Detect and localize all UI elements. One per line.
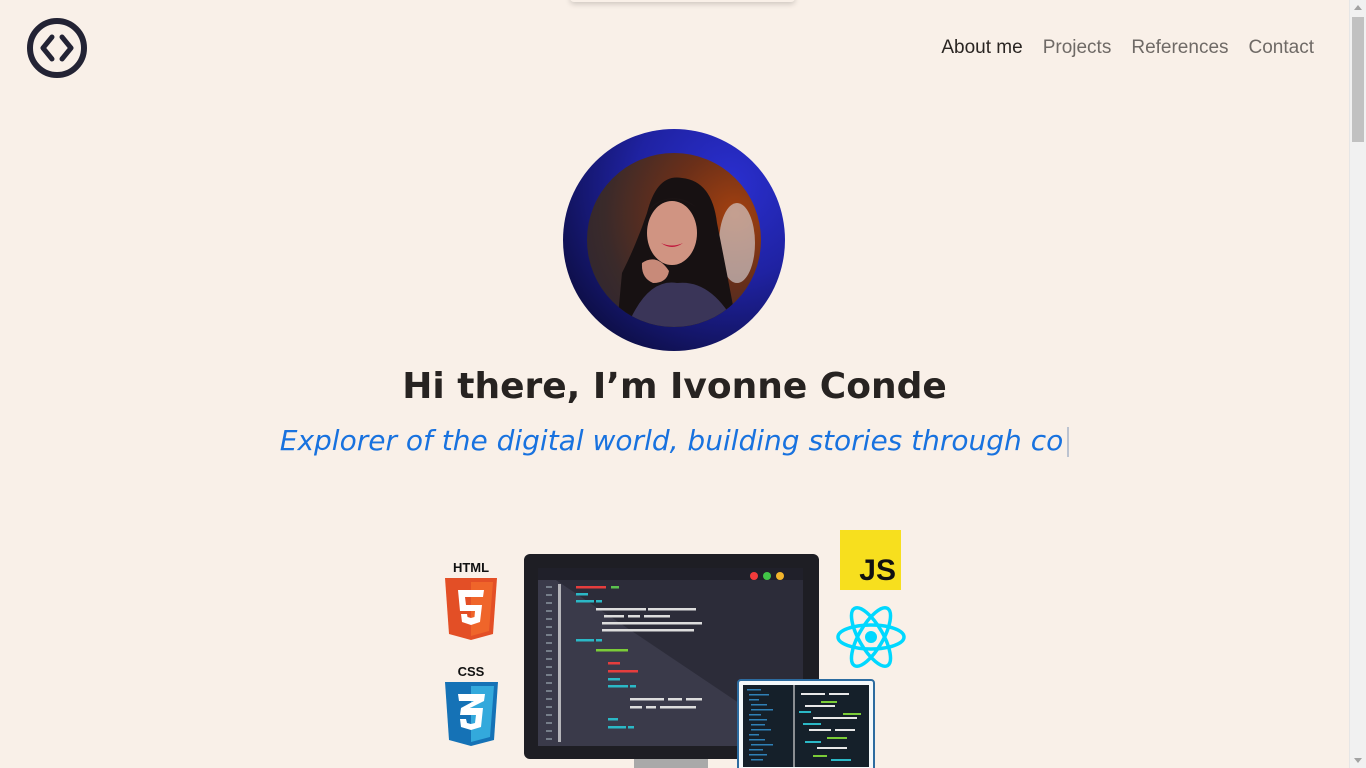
popup-shadow <box>570 0 795 2</box>
laptop-illustration <box>737 679 875 768</box>
scroll-up-arrow-icon[interactable] <box>1354 5 1362 10</box>
main-nav: About me Projects References Contact <box>941 37 1314 59</box>
code-brackets-icon <box>27 18 87 78</box>
subtitle-text: Explorer of the digital world, building … <box>279 424 1064 457</box>
scroll-thumb[interactable] <box>1352 17 1364 142</box>
react-atom-icon <box>835 605 907 669</box>
scroll-down-arrow-icon[interactable] <box>1354 758 1362 763</box>
nav-projects[interactable]: Projects <box>1043 37 1112 59</box>
css-label: CSS <box>458 664 485 679</box>
page-scrollbar[interactable] <box>1349 0 1366 768</box>
profile-photo <box>587 153 761 327</box>
css3-logo: CSS <box>443 664 500 746</box>
site-logo[interactable] <box>26 17 88 79</box>
nav-contact[interactable]: Contact <box>1249 37 1314 59</box>
monitor-stand <box>634 759 708 768</box>
nav-references[interactable]: References <box>1131 37 1228 59</box>
laptop-code-screen <box>743 685 869 767</box>
avatar <box>563 129 785 351</box>
typing-subtitle: Explorer of the digital world, building … <box>0 424 1349 457</box>
html-label: HTML <box>453 560 489 575</box>
js-label: JS <box>859 554 896 587</box>
javascript-logo: JS <box>840 530 901 590</box>
typing-caret <box>1067 427 1070 457</box>
html5-logo: HTML <box>443 560 499 640</box>
nav-about-me[interactable]: About me <box>941 37 1022 59</box>
page-title: Hi there, I’m Ivonne Conde <box>402 366 947 407</box>
